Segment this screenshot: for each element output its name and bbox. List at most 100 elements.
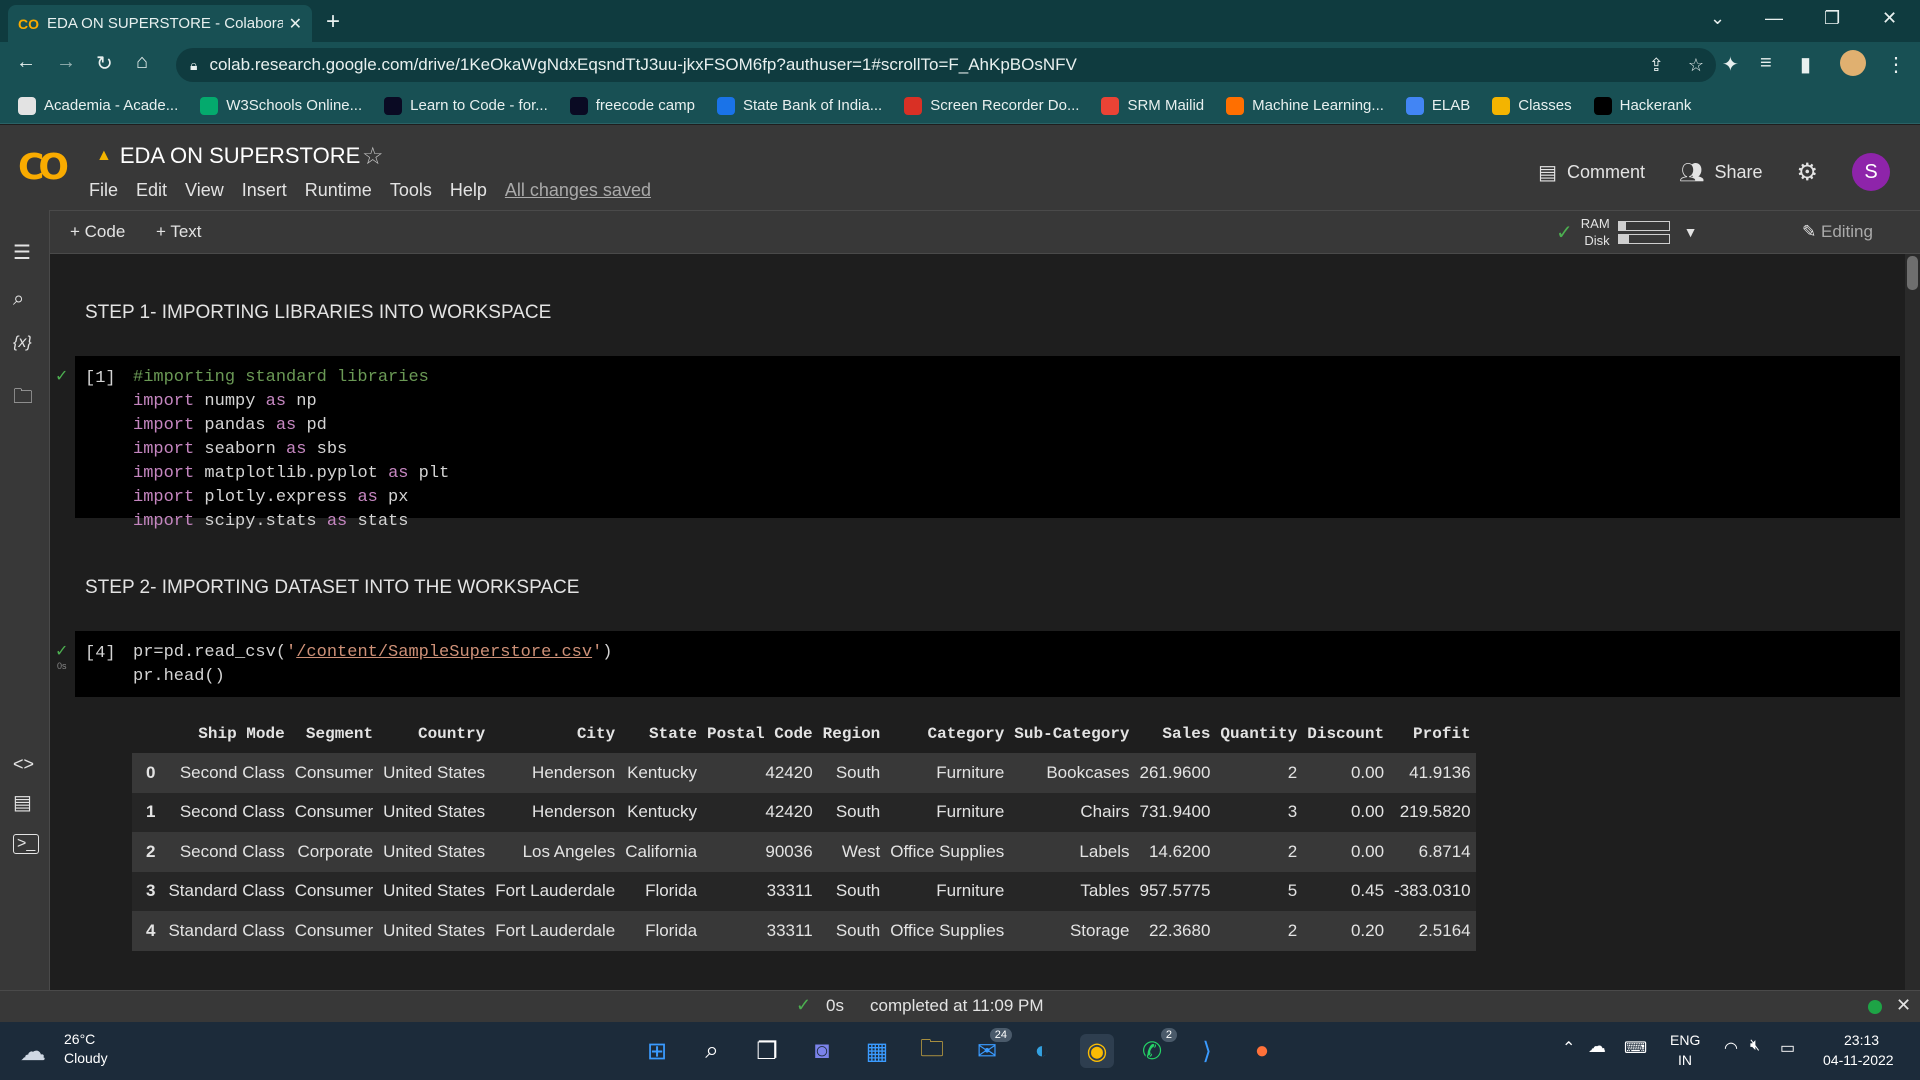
firefox-icon[interactable]: ● <box>1245 1034 1279 1068</box>
scrollbar-thumb[interactable] <box>1907 256 1918 290</box>
search-icon[interactable]: ⌕ <box>13 288 24 311</box>
teams-chat-icon[interactable]: ◙ <box>805 1034 839 1068</box>
menu-help[interactable]: Help <box>450 180 487 201</box>
chrome-icon[interactable]: ◉ <box>1080 1034 1114 1068</box>
notebook-scrollbar[interactable] <box>1905 254 1920 990</box>
close-tab-icon[interactable]: ✕ <box>289 14 302 34</box>
bookmark-item[interactable]: State Bank of India... <box>716 96 882 115</box>
bookmark-star-icon[interactable]: ☆ <box>1688 55 1704 76</box>
url-text[interactable]: colab.research.google.com/drive/1KeOkaWg… <box>209 55 1636 75</box>
minimize-icon[interactable]: — <box>1765 8 1783 29</box>
language-code[interactable]: ENG <box>1670 1032 1700 1048</box>
restore-icon[interactable]: ❐ <box>1824 8 1840 29</box>
bookmark-item[interactable]: Academia - Acade... <box>18 96 178 115</box>
colab-logo[interactable]: CO <box>18 147 69 188</box>
share-button[interactable]: 👥︎ Share <box>1679 160 1762 185</box>
menu-runtime[interactable]: Runtime <box>305 180 372 201</box>
weather-temp[interactable]: 26°C <box>64 1031 95 1047</box>
windows-start-icon[interactable]: ⊞ <box>640 1034 674 1068</box>
bookmark-item[interactable]: freecode camp <box>569 96 695 115</box>
address-bar[interactable]: 🔒︎ colab.research.google.com/drive/1KeOk… <box>176 48 1716 82</box>
share-page-icon[interactable]: ⇪ <box>1649 55 1664 76</box>
profile-avatar[interactable] <box>1840 50 1866 76</box>
csv-path-link[interactable]: /content/SampleSuperstore.csv <box>296 643 592 662</box>
menu-edit[interactable]: Edit <box>136 180 167 201</box>
bookmark-item[interactable]: SRM Mailid <box>1101 96 1204 115</box>
bookmark-item[interactable]: Machine Learning... <box>1226 96 1384 115</box>
media-control-icon[interactable]: ≡ <box>1760 52 1772 75</box>
status-message[interactable]: completed at 11:09 PM <box>870 996 1044 1016</box>
back-icon[interactable]: ← <box>16 51 36 74</box>
forward-icon[interactable]: → <box>56 51 76 74</box>
region-code[interactable]: IN <box>1678 1052 1692 1068</box>
show-hidden-icons-chevron[interactable]: ⌃ <box>1562 1038 1575 1058</box>
star-notebook-icon[interactable]: ☆ <box>362 142 384 171</box>
comment-button[interactable]: ▤ Comment <box>1538 160 1645 185</box>
connection-dot <box>1868 1000 1882 1014</box>
cell-executed-check-icon[interactable]: ✓ <box>55 641 68 661</box>
code-cell-2[interactable]: ✓ 0s [4] pr=pd.read_csv('/content/Sample… <box>55 631 1900 697</box>
bookmark-item[interactable]: Classes <box>1492 96 1572 115</box>
bookmark-item[interactable]: Hackerank <box>1593 96 1691 115</box>
editing-mode-button[interactable]: ✎ Editing <box>1802 222 1873 242</box>
search-icon[interactable]: ⌕ <box>695 1034 729 1068</box>
code-cell-1[interactable]: ✓ [1] #importing standard libraries impo… <box>55 356 1900 531</box>
side-panel-icon[interactable]: ▮ <box>1800 52 1811 77</box>
save-status-link[interactable]: All changes saved <box>505 180 651 201</box>
mail-icon[interactable]: ✉ 24 <box>970 1028 1012 1068</box>
add-text-button[interactable]: + Text <box>156 222 202 242</box>
terminal-icon[interactable]: >_ <box>13 834 40 854</box>
close-status-icon[interactable]: ✕ <box>1896 995 1911 1016</box>
menu-insert[interactable]: Insert <box>242 180 287 201</box>
whatsapp-icon[interactable]: ✆ 2 <box>1135 1028 1177 1068</box>
table-cell: Labels <box>1079 841 1130 861</box>
cell-executed-check-icon[interactable]: ✓ <box>55 366 68 386</box>
menu-tools[interactable]: Tools <box>390 180 432 201</box>
onedrive-cloud-icon[interactable]: ☁ <box>1588 1036 1606 1057</box>
edge-icon[interactable]: ◐ <box>1025 1034 1059 1068</box>
home-icon[interactable]: ⌂ <box>136 51 148 74</box>
clock-date[interactable]: 04-11-2022 <box>1823 1052 1894 1068</box>
user-avatar[interactable]: S <box>1852 153 1890 191</box>
bookmark-item[interactable]: ELAB <box>1405 96 1470 115</box>
reload-icon[interactable]: ↻ <box>96 51 113 76</box>
notebook-title[interactable]: ▲ EDA ON SUPERSTORE <box>96 143 360 169</box>
table-of-contents-icon[interactable]: ☰ <box>13 240 31 265</box>
text-cell-heading-1[interactable]: STEP 1- IMPORTING LIBRARIES INTO WORKSPA… <box>85 302 551 324</box>
keyboard-icon[interactable]: ⌨ <box>1624 1038 1647 1058</box>
settings-button[interactable]: ⚙ <box>1796 158 1828 187</box>
resources-indicator[interactable]: ✓ RAM Disk ▼ <box>1556 215 1698 249</box>
notebook-title-text[interactable]: EDA ON SUPERSTORE <box>120 143 360 169</box>
new-tab-icon[interactable]: + <box>326 8 340 36</box>
variables-icon[interactable]: {x} <box>13 334 32 352</box>
wifi-icon[interactable]: ◠ <box>1724 1038 1738 1058</box>
bookmark-item[interactable]: Screen Recorder Do... <box>904 96 1079 115</box>
text-cell-heading-2[interactable]: STEP 2- IMPORTING DATASET INTO THE WORKS… <box>85 577 579 599</box>
command-palette-icon[interactable]: ▤ <box>13 790 32 815</box>
extensions-icon[interactable]: ✦ <box>1722 52 1739 77</box>
browser-menu-icon[interactable]: ⋮ <box>1886 52 1906 77</box>
weather-desc[interactable]: Cloudy <box>64 1050 108 1066</box>
menu-file[interactable]: File <box>89 180 118 201</box>
task-view-icon[interactable]: ❐ <box>750 1034 784 1068</box>
battery-icon[interactable]: ▭ <box>1780 1038 1795 1058</box>
code-editor[interactable]: pr=pd.read_csv('/content/SampleSuperstor… <box>133 641 613 689</box>
browser-tab-active[interactable]: CO EDA ON SUPERSTORE - Colabora ✕ <box>8 5 312 42</box>
speaker-muted-icon[interactable]: 🔇︎ <box>1750 1037 1760 1055</box>
tab-search-chevron-icon[interactable]: ⌄ <box>1710 8 1725 29</box>
code-editor[interactable]: #importing standard libraries import num… <box>133 366 449 534</box>
close-window-icon[interactable]: ✕ <box>1882 8 1897 29</box>
menu-view[interactable]: View <box>185 180 224 201</box>
files-folder-icon[interactable]: 🗀︎ <box>13 382 33 416</box>
add-code-button[interactable]: + Code <box>70 222 125 242</box>
code-module: seaborn <box>194 440 287 459</box>
file-explorer-icon[interactable]: 🗀︎ <box>915 1034 949 1068</box>
vscode-icon[interactable]: ⟩ <box>1190 1034 1224 1068</box>
code-snippets-icon[interactable]: <> <box>13 754 34 775</box>
clock-time[interactable]: 23:13 <box>1844 1032 1879 1048</box>
microsoft-store-icon[interactable]: ▦ <box>860 1034 894 1068</box>
bookmark-item[interactable]: W3Schools Online... <box>200 96 362 115</box>
bookmark-item[interactable]: Learn to Code - for... <box>384 96 548 115</box>
runtime-dropdown-icon[interactable]: ▼ <box>1684 224 1698 240</box>
lock-icon[interactable]: 🔒︎ <box>190 57 197 74</box>
